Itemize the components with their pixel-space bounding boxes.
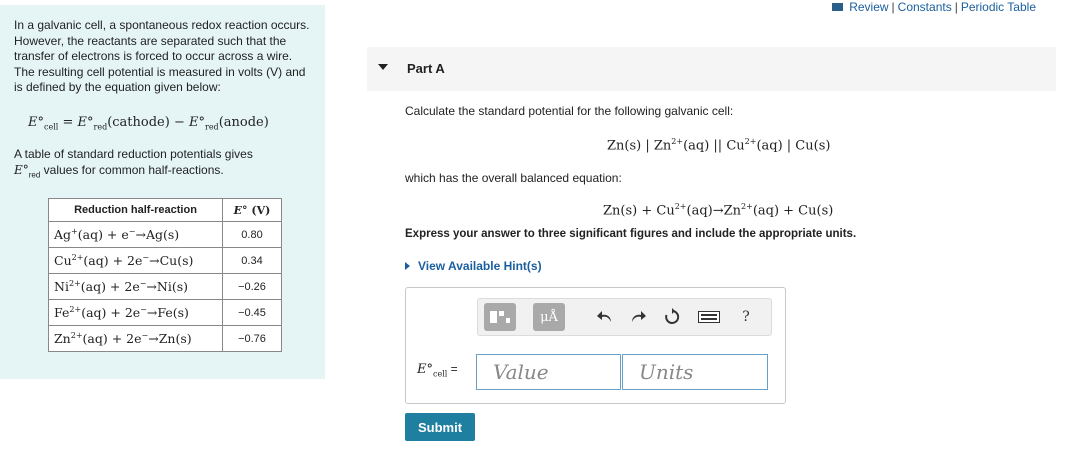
- half-reaction: Ag+(aq) + e−→Ag(s): [48, 221, 223, 248]
- reset-icon[interactable]: [660, 303, 684, 331]
- link-separator: |: [891, 0, 895, 14]
- view-hints-link[interactable]: View Available Hint(s): [405, 259, 542, 273]
- value-input[interactable]: [476, 354, 621, 390]
- potential-value: −0.76: [222, 325, 282, 352]
- top-links: Review | Constants | Periodic Table: [832, 0, 1036, 14]
- answer-instruction: Express your answer to three significant…: [405, 228, 857, 240]
- half-reaction: Cu2+(aq) + 2e−→Cu(s): [48, 247, 223, 274]
- part-title: Part A: [407, 61, 445, 76]
- table-header-row: Reduction half-reaction E° (V): [48, 198, 282, 222]
- cell-potential-equation: E°cell = E°red(cathode) − E°red(anode): [28, 114, 269, 132]
- half-reaction: Ni2+(aq) + 2e−→Ni(s): [48, 273, 223, 300]
- review-link[interactable]: Review: [849, 0, 888, 14]
- part-a-header[interactable]: Part A: [367, 47, 1056, 91]
- redo-icon[interactable]: [626, 303, 650, 331]
- periodic-table-link[interactable]: Periodic Table: [961, 0, 1036, 14]
- potential-value: −0.26: [222, 273, 282, 300]
- potential-value: −0.45: [222, 299, 282, 326]
- help-icon[interactable]: ?: [734, 303, 758, 331]
- answer-box: μÅ ? E°cell =: [405, 287, 786, 404]
- book-icon: [832, 3, 844, 11]
- overall-label: which has the overall balanced equation:: [405, 171, 622, 185]
- templates-button[interactable]: [484, 303, 516, 331]
- table-note: A table of standard reduction potentials…: [14, 147, 253, 179]
- constants-link[interactable]: Constants: [898, 0, 952, 14]
- caret-down-icon: [378, 64, 388, 70]
- table-row: Ag+(aq) + e−→Ag(s) 0.80: [48, 221, 282, 248]
- overall-equation: Zn(s) + Cu2+(aq)→Zn2+(aq) + Cu(s): [603, 202, 834, 219]
- half-reaction: Zn2+(aq) + 2e−→Zn(s): [48, 325, 223, 352]
- units-button[interactable]: μÅ: [533, 303, 565, 331]
- caret-right-icon: [405, 262, 410, 270]
- units-input[interactable]: [622, 354, 768, 390]
- table-row: Cu2+(aq) + 2e−→Cu(s) 0.34: [48, 247, 282, 274]
- submit-button[interactable]: Submit: [405, 413, 475, 441]
- math-toolbar: μÅ ?: [477, 298, 772, 336]
- table-row: Ni2+(aq) + 2e−→Ni(s) −0.26: [48, 273, 282, 300]
- ecell-label: E°cell =: [417, 362, 458, 379]
- table-row: Fe2+(aq) + 2e−→Fe(s) −0.45: [48, 299, 282, 326]
- potential-value: 0.80: [222, 221, 282, 248]
- intro-text: In a galvanic cell, a spontaneous redox …: [14, 18, 310, 94]
- header-potential: E° (V): [222, 198, 282, 222]
- undo-icon[interactable]: [593, 303, 617, 331]
- cell-notation: Zn(s) | Zn2+(aq) || Cu2+(aq) | Cu(s): [607, 137, 831, 154]
- header-reaction: Reduction half-reaction: [48, 198, 223, 222]
- question-prompt: Calculate the standard potential for the…: [405, 104, 734, 118]
- keyboard-icon[interactable]: [697, 303, 721, 331]
- potential-value: 0.34: [222, 247, 282, 274]
- link-separator: |: [954, 0, 958, 14]
- table-row: Zn2+(aq) + 2e−→Zn(s) −0.76: [48, 325, 282, 352]
- templates-icon: [490, 311, 510, 323]
- half-reaction: Fe2+(aq) + 2e−→Fe(s): [48, 299, 223, 326]
- reduction-potentials-table: Reduction half-reaction E° (V) Ag+(aq) +…: [48, 198, 282, 352]
